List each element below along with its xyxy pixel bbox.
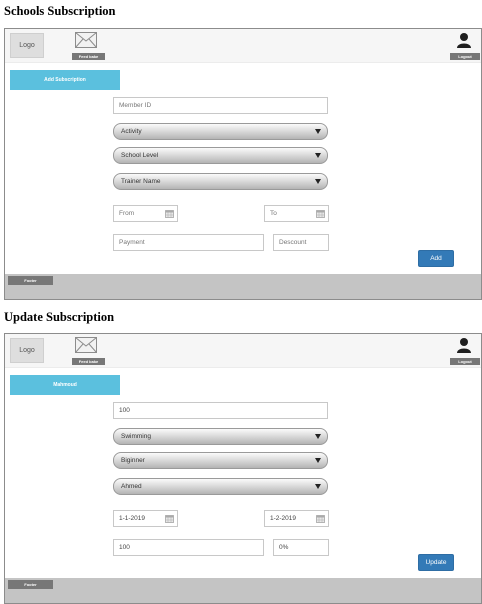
activity-select-value: Activity xyxy=(121,128,142,135)
to-date-placeholder: To xyxy=(270,210,277,217)
chevron-down-icon xyxy=(315,153,321,158)
calendar-icon[interactable] xyxy=(316,210,325,218)
calendar-icon[interactable] xyxy=(165,210,174,218)
member-id-field[interactable]: Member ID xyxy=(113,97,328,114)
add-button[interactable]: Add xyxy=(418,250,454,267)
member-id-field[interactable]: 100 xyxy=(113,402,328,419)
discount-field[interactable]: Descount xyxy=(273,234,329,251)
user-icon[interactable] xyxy=(456,32,472,48)
logo[interactable]: Logo xyxy=(10,33,44,58)
update-subscription-frame: Logo Feed bake Logout Mahmoud 100 Swimmi… xyxy=(4,333,482,604)
logo[interactable]: Logo xyxy=(10,338,44,363)
school-level-select[interactable]: School Level xyxy=(113,147,328,164)
school-level-select-value: School Level xyxy=(121,152,159,159)
top-bar: Logo Feed bake Logout xyxy=(5,334,481,368)
member-id-value: 100 xyxy=(119,407,130,414)
trainer-name-select-value: Trainer Name xyxy=(121,178,161,185)
payment-field[interactable]: Payment xyxy=(113,234,264,251)
school-level-select[interactable]: Biginner xyxy=(113,452,328,469)
activity-select-value: Swimming xyxy=(121,433,151,440)
chevron-down-icon xyxy=(315,458,321,463)
trainer-name-select[interactable]: Trainer Name xyxy=(113,173,328,190)
member-id-placeholder: Member ID xyxy=(119,102,152,109)
feedback-label[interactable]: Feed bake xyxy=(72,358,105,365)
footer-label: Footer xyxy=(8,276,53,285)
feedback-label[interactable]: Feed bake xyxy=(72,53,105,60)
section-title-schools-subscription: Schools Subscription xyxy=(4,4,116,18)
from-date-value: 1-1-2019 xyxy=(119,515,146,522)
payment-placeholder: Payment xyxy=(119,239,145,246)
envelope-icon[interactable] xyxy=(75,32,97,48)
to-date-field[interactable]: To xyxy=(264,205,329,222)
tab-add-subscription[interactable]: Add Subscription xyxy=(10,70,120,90)
envelope-icon[interactable] xyxy=(75,337,97,353)
discount-field[interactable]: 0% xyxy=(273,539,329,556)
trainer-name-select[interactable]: Ahmed xyxy=(113,478,328,495)
chevron-down-icon xyxy=(315,484,321,489)
logout-button[interactable]: Logout xyxy=(450,358,480,365)
chevron-down-icon xyxy=(315,129,321,134)
trainer-name-select-value: Ahmed xyxy=(121,483,142,490)
tab-member-name[interactable]: Mahmoud xyxy=(10,375,120,395)
footer-bar: Footer xyxy=(5,578,481,603)
user-icon[interactable] xyxy=(456,337,472,353)
footer-bar: Footer xyxy=(5,274,481,299)
logout-button[interactable]: Logout xyxy=(450,53,480,60)
from-date-field[interactable]: From xyxy=(113,205,178,222)
school-level-select-value: Biginner xyxy=(121,457,145,464)
chevron-down-icon xyxy=(315,179,321,184)
payment-field[interactable]: 100 xyxy=(113,539,264,556)
footer-label: Footer xyxy=(8,580,53,589)
to-date-value: 1-2-2019 xyxy=(270,515,297,522)
calendar-icon[interactable] xyxy=(165,515,174,523)
chevron-down-icon xyxy=(315,434,321,439)
section-title-update-subscription: Update Subscription xyxy=(4,310,115,324)
from-date-placeholder: From xyxy=(119,210,135,217)
activity-select[interactable]: Swimming xyxy=(113,428,328,445)
payment-value: 100 xyxy=(119,544,130,551)
update-button[interactable]: Update xyxy=(418,554,454,571)
schools-subscription-frame: Logo Feed bake Logout Add Subscription M… xyxy=(4,28,482,300)
activity-select[interactable]: Activity xyxy=(113,123,328,140)
calendar-icon[interactable] xyxy=(316,515,325,523)
from-date-field[interactable]: 1-1-2019 xyxy=(113,510,178,527)
to-date-field[interactable]: 1-2-2019 xyxy=(264,510,329,527)
top-bar: Logo Feed bake Logout xyxy=(5,29,481,63)
discount-placeholder: Descount xyxy=(279,239,307,246)
discount-value: 0% xyxy=(279,544,289,551)
